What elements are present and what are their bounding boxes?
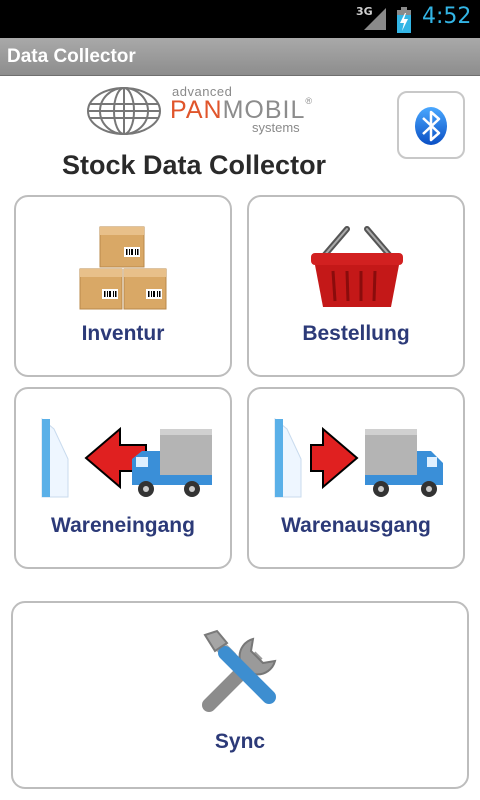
logo-tagline-bottom: systems [252,120,300,135]
clock: 4:52 [422,4,472,29]
app-title: Data Collector [7,46,136,67]
basket-icon [311,226,403,307]
warenausgang-button[interactable]: Warenausgang [247,387,465,569]
boxes-icon [79,226,167,310]
action-bar: Data Collector [0,38,480,76]
battery-charging-icon [397,7,411,33]
bestellung-button[interactable]: Bestellung [247,195,465,377]
goods-receipt-icon [41,417,212,498]
panmobil-logo: advanced PANMOBIL® systems [86,84,316,140]
wareneingang-button[interactable]: Wareneingang [14,387,232,569]
warenausgang-label: Warenausgang [281,514,431,537]
page-title: Stock Data Collector [62,150,327,180]
bluetooth-button[interactable] [397,91,465,159]
signal-icon [364,8,386,30]
tools-icon [202,629,277,712]
bluetooth-icon [415,107,447,145]
sync-button[interactable]: Sync [11,601,469,789]
goods-issue-icon [274,417,443,498]
wareneingang-label: Wareneingang [51,514,195,537]
status-bar: 3G 4:52 [0,0,480,38]
inventur-label: Inventur [81,322,165,345]
inventur-button[interactable]: Inventur [14,195,232,377]
sync-label: Sync [214,730,266,753]
bestellung-label: Bestellung [302,322,410,345]
globe-icon [87,87,161,135]
